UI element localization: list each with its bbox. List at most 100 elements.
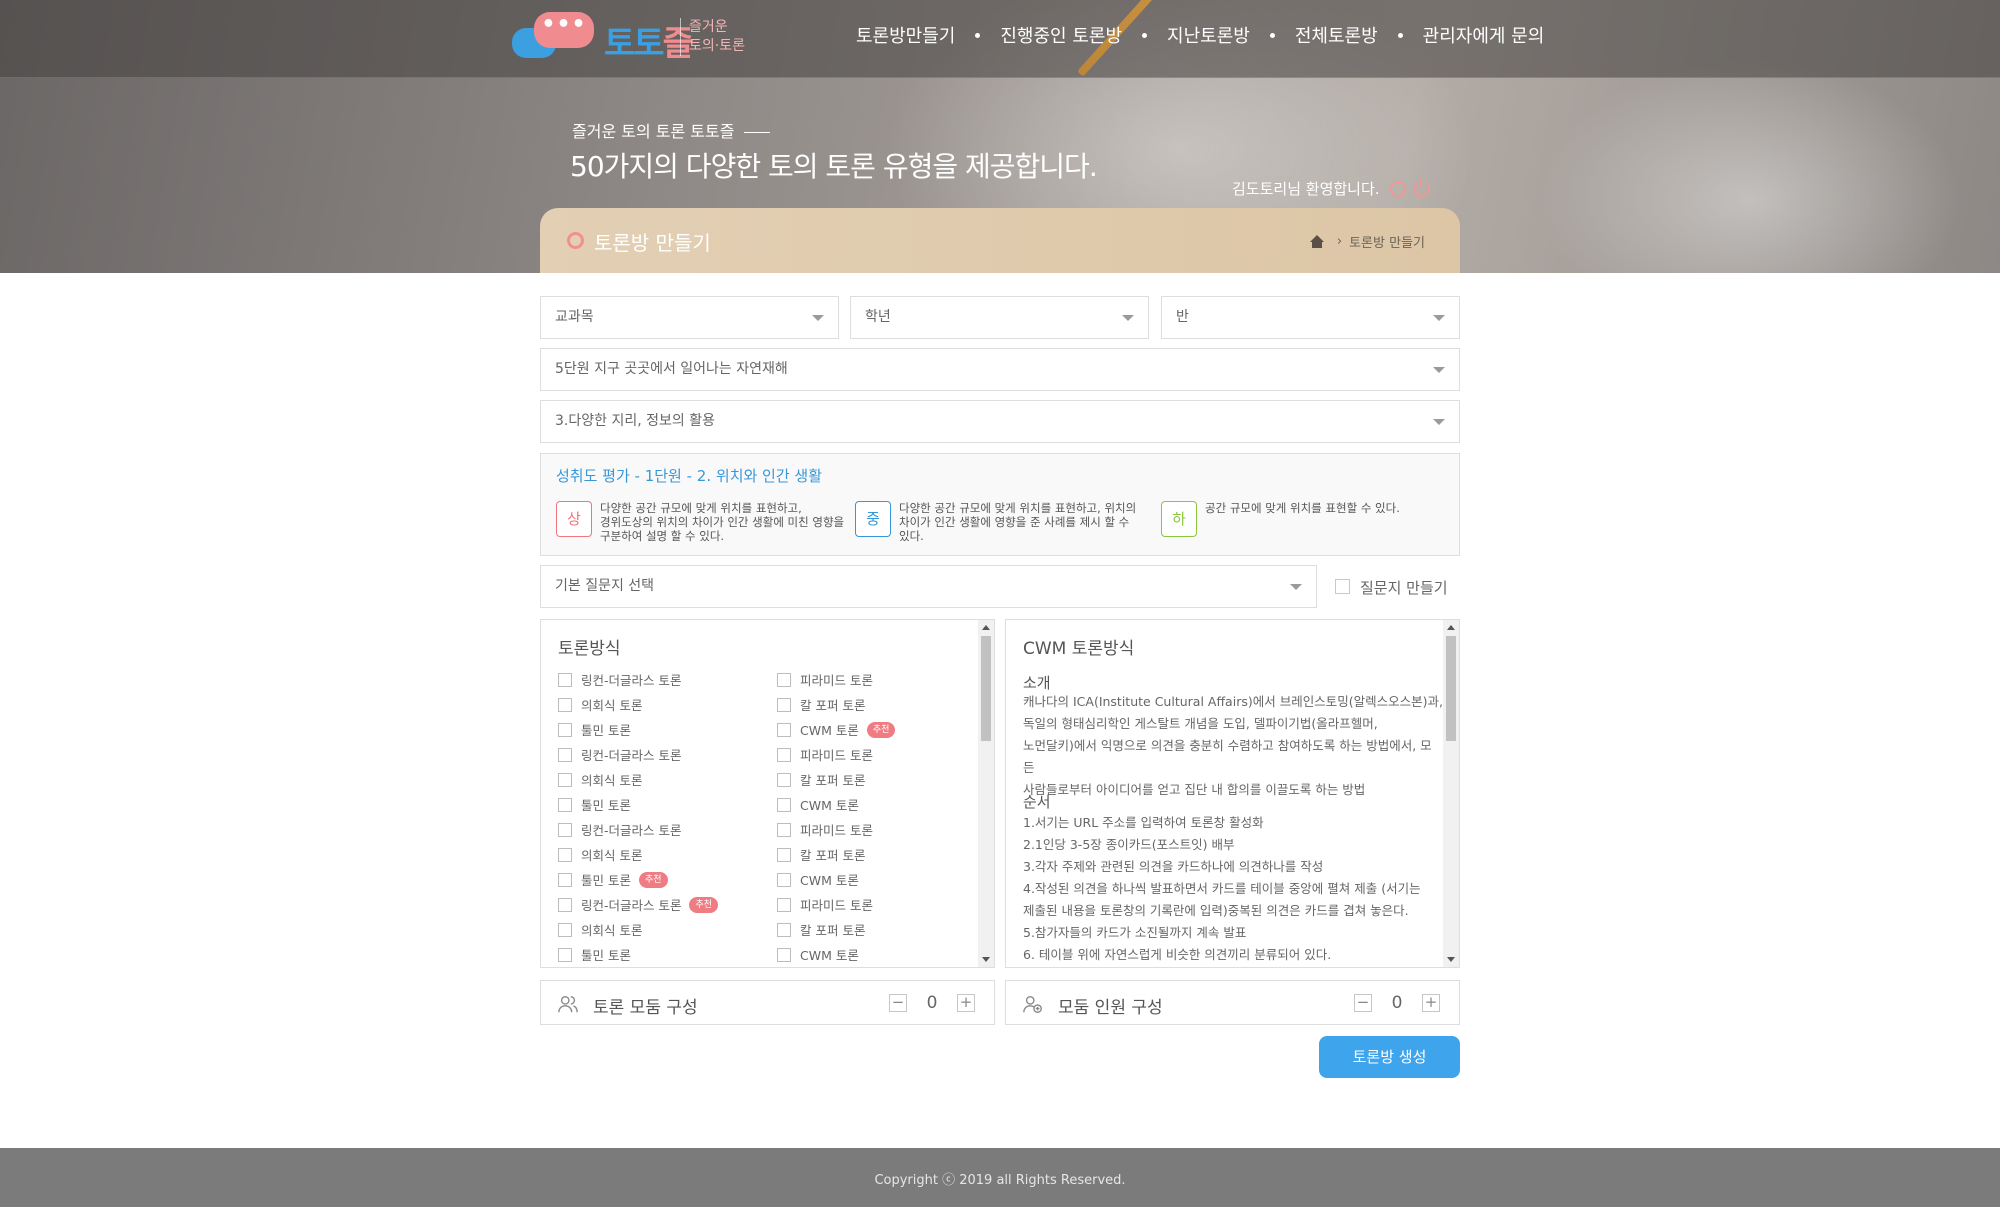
member-increase-button[interactable]: + — [1422, 994, 1440, 1012]
logo[interactable]: ••• 토토즐 즐거운 토의·토론 — [512, 12, 752, 64]
member-count-box: 모둠 인원 구성 − 0 + — [1005, 980, 1460, 1025]
create-room-button[interactable]: 토론방 생성 — [1319, 1036, 1460, 1078]
make-question-label[interactable]: 질문지 만들기 — [1360, 577, 1448, 598]
nav-separator — [975, 32, 981, 38]
debate-method-checkbox[interactable] — [777, 697, 791, 712]
member-decrease-button[interactable]: − — [1354, 994, 1372, 1012]
unit-select[interactable]: 5단원 지구 곳곳에서 일어나는 자연재해 — [540, 348, 1460, 391]
debate-method-option[interactable]: 칼 포퍼 토론 — [777, 920, 865, 939]
debate-method-option[interactable]: 피라미드 토론 — [777, 745, 873, 764]
debate-method-checkbox[interactable] — [558, 747, 572, 762]
debate-method-option[interactable]: 칼 포퍼 토론 — [777, 770, 865, 789]
debate-method-label: 링컨-더글라스 토론 — [581, 748, 682, 763]
methods-scrollbar[interactable] — [978, 620, 994, 967]
debate-method-label: CWM 토론 — [800, 873, 859, 888]
debate-method-checkbox[interactable] — [558, 922, 572, 937]
debate-method-checkbox[interactable] — [777, 722, 791, 737]
debate-method-checkbox[interactable] — [777, 947, 791, 962]
debate-method-option[interactable]: 툴민 토론 — [558, 945, 631, 964]
debate-method-label: CWM 토론 — [800, 798, 859, 813]
debate-method-option[interactable]: CWM 토론 — [777, 945, 859, 964]
debate-method-option[interactable]: 칼 포퍼 토론 — [777, 695, 865, 714]
nav-item-all[interactable]: 전체토론방 — [1295, 22, 1378, 48]
debate-method-option[interactable]: 툴민 토론 추천 — [558, 870, 668, 889]
scroll-down-arrow-icon[interactable] — [982, 957, 990, 962]
debate-method-checkbox[interactable] — [558, 797, 572, 812]
description-scrollbar[interactable] — [1443, 620, 1459, 967]
nav-separator — [1397, 32, 1403, 38]
debate-method-label: CWM 토론 — [800, 948, 859, 963]
debate-method-checkbox[interactable] — [558, 722, 572, 737]
debate-method-option[interactable]: CWM 토론 — [777, 870, 859, 889]
debate-method-option[interactable]: 링컨-더글라스 토론 — [558, 820, 681, 839]
scroll-up-arrow-icon[interactable] — [1447, 625, 1455, 630]
debate-method-checkbox[interactable] — [558, 697, 572, 712]
debate-method-label: CWM 토론 — [800, 723, 859, 738]
home-icon[interactable] — [1309, 235, 1324, 248]
chevron-down-icon — [812, 315, 824, 321]
debate-method-checkbox[interactable] — [777, 672, 791, 687]
debate-method-option[interactable]: CWM 토론 추천 — [777, 720, 896, 739]
description-title: CWM 토론방식 — [1023, 639, 1135, 659]
lesson-select[interactable]: 3.다양한 지리, 정보의 활용 — [540, 400, 1460, 443]
debate-method-option[interactable]: 의회식 토론 — [558, 695, 642, 714]
debate-method-checkbox[interactable] — [777, 747, 791, 762]
debate-method-option[interactable]: CWM 토론 — [777, 795, 859, 814]
debate-method-option[interactable]: 칼 포퍼 토론 — [777, 845, 865, 864]
chevron-down-icon — [1433, 367, 1445, 373]
debate-method-checkbox[interactable] — [558, 947, 572, 962]
title-circle-icon — [567, 232, 584, 249]
debate-method-option[interactable]: 피라미드 토론 — [777, 895, 873, 914]
debate-method-option[interactable]: 툴민 토론 — [558, 795, 631, 814]
nav-item-create-room[interactable]: 토론방만들기 — [856, 22, 955, 48]
debate-method-checkbox[interactable] — [777, 922, 791, 937]
debate-method-checkbox[interactable] — [777, 822, 791, 837]
nav-item-past[interactable]: 지난토론방 — [1167, 22, 1250, 48]
description-panel: CWM 토론방식 소개 캐나다의 ICA(Institute Cultural … — [1005, 619, 1460, 968]
grade-select[interactable]: 학년 — [850, 296, 1149, 339]
group-increase-button[interactable]: + — [957, 994, 975, 1012]
question-select[interactable]: 기본 질문지 선택 — [540, 565, 1317, 608]
debate-method-checkbox[interactable] — [558, 897, 572, 912]
debate-method-label: 툴민 토론 — [581, 948, 631, 963]
debate-method-label: 피라미드 토론 — [800, 898, 873, 913]
debate-method-option[interactable]: 링컨-더글라스 토론 — [558, 745, 681, 764]
debate-method-option[interactable]: 피라미드 토론 — [777, 670, 873, 689]
class-select[interactable]: 반 — [1161, 296, 1460, 339]
level-low-badge: 하 — [1161, 501, 1197, 537]
scroll-thumb[interactable] — [1446, 636, 1456, 741]
debate-method-option[interactable]: 의회식 토론 — [558, 845, 642, 864]
debate-method-option[interactable]: 의회식 토론 — [558, 920, 642, 939]
debate-method-checkbox[interactable] — [777, 872, 791, 887]
chevron-right-icon: › — [1336, 234, 1343, 249]
debate-method-option[interactable]: 피라미드 토론 — [777, 820, 873, 839]
debate-method-checkbox[interactable] — [777, 847, 791, 862]
debate-method-checkbox[interactable] — [558, 872, 572, 887]
scroll-up-arrow-icon[interactable] — [982, 625, 990, 630]
chevron-down-icon — [1290, 584, 1302, 590]
nav-item-contact-admin[interactable]: 관리자에게 문의 — [1423, 22, 1545, 48]
debate-method-checkbox[interactable] — [558, 847, 572, 862]
make-question-checkbox[interactable] — [1335, 579, 1350, 594]
subject-select[interactable]: 교과목 — [540, 296, 839, 339]
debate-method-checkbox[interactable] — [777, 772, 791, 787]
debate-method-checkbox[interactable] — [558, 772, 572, 787]
debate-method-checkbox[interactable] — [558, 672, 572, 687]
settings-gear-icon[interactable] — [1389, 180, 1406, 197]
debate-method-checkbox[interactable] — [777, 797, 791, 812]
debate-method-option[interactable]: 툴민 토론 — [558, 720, 631, 739]
debate-method-option[interactable]: 의회식 토론 — [558, 770, 642, 789]
lesson-select-value: 3.다양한 지리, 정보의 활용 — [555, 413, 715, 429]
scroll-thumb[interactable] — [981, 636, 991, 741]
debate-method-label: 툴민 토론 — [581, 723, 631, 738]
debate-method-option[interactable]: 링컨-더글라스 토론 — [558, 670, 681, 689]
debate-method-checkbox[interactable] — [558, 822, 572, 837]
debate-method-checkbox[interactable] — [777, 897, 791, 912]
group-decrease-button[interactable]: − — [889, 994, 907, 1012]
debate-method-label: 피라미드 토론 — [800, 823, 873, 838]
scroll-down-arrow-icon[interactable] — [1447, 957, 1455, 962]
debate-method-option[interactable]: 링컨-더글라스 토론 추천 — [558, 895, 719, 914]
logout-power-icon[interactable] — [1413, 177, 1430, 197]
nav-item-ongoing[interactable]: 진행중인 토론방 — [1000, 22, 1122, 48]
member-count-value: 0 — [1391, 993, 1403, 1013]
